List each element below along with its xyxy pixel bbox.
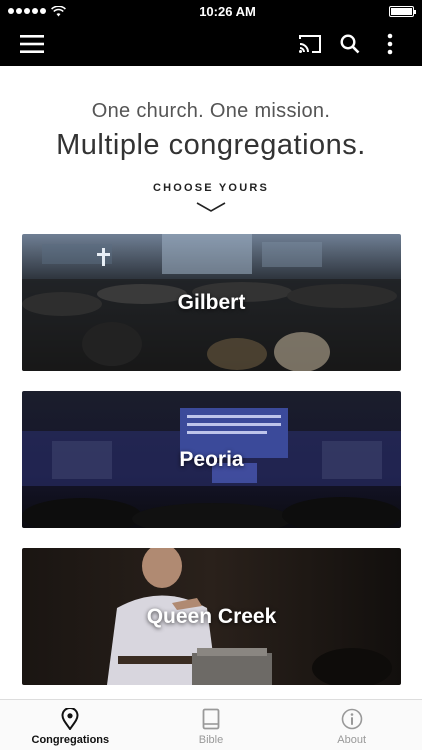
hamburger-menu-icon[interactable] xyxy=(12,24,52,64)
signal-wifi-group xyxy=(8,5,66,17)
tagline: One church. One mission. xyxy=(91,100,331,122)
choose-yours-label: CHOOSE YOURS xyxy=(152,182,270,194)
congregation-card-gilbert[interactable]: Gilbert xyxy=(22,234,401,371)
chevron-down-icon xyxy=(196,202,226,212)
map-pin-icon xyxy=(61,708,79,730)
intro-section: One church. One mission. Multiple congre… xyxy=(0,66,422,212)
search-icon[interactable] xyxy=(330,24,370,64)
status-time: 10:26 AM xyxy=(199,3,256,19)
tab-label: Congregations xyxy=(31,734,110,746)
battery-icon xyxy=(388,5,416,17)
status-bar: 10:26 AM xyxy=(0,0,422,22)
app-bar xyxy=(0,22,422,66)
congregation-name: Queen Creek xyxy=(146,604,277,628)
signal-strength-icon xyxy=(8,8,46,14)
headline: Multiple congregations. xyxy=(56,129,366,161)
info-icon xyxy=(341,708,362,730)
tab-label: Bible xyxy=(198,734,224,746)
congregation-card-peoria[interactable]: Peoria xyxy=(22,391,401,528)
tab-bible[interactable]: Bible xyxy=(141,700,282,750)
congregation-name: Peoria xyxy=(179,447,244,471)
congregation-name: Gilbert xyxy=(177,290,246,314)
tab-about[interactable]: About xyxy=(281,700,422,750)
book-icon xyxy=(202,708,220,730)
tab-congregations[interactable]: Congregations xyxy=(0,700,141,750)
tab-label: About xyxy=(337,734,367,746)
congregation-card-queen-creek[interactable]: Queen Creek xyxy=(22,548,401,685)
more-vertical-icon[interactable] xyxy=(370,24,410,64)
wifi-icon xyxy=(51,5,66,16)
bottom-tab-bar: Congregations Bible About xyxy=(0,699,422,750)
cast-icon[interactable] xyxy=(290,24,330,64)
